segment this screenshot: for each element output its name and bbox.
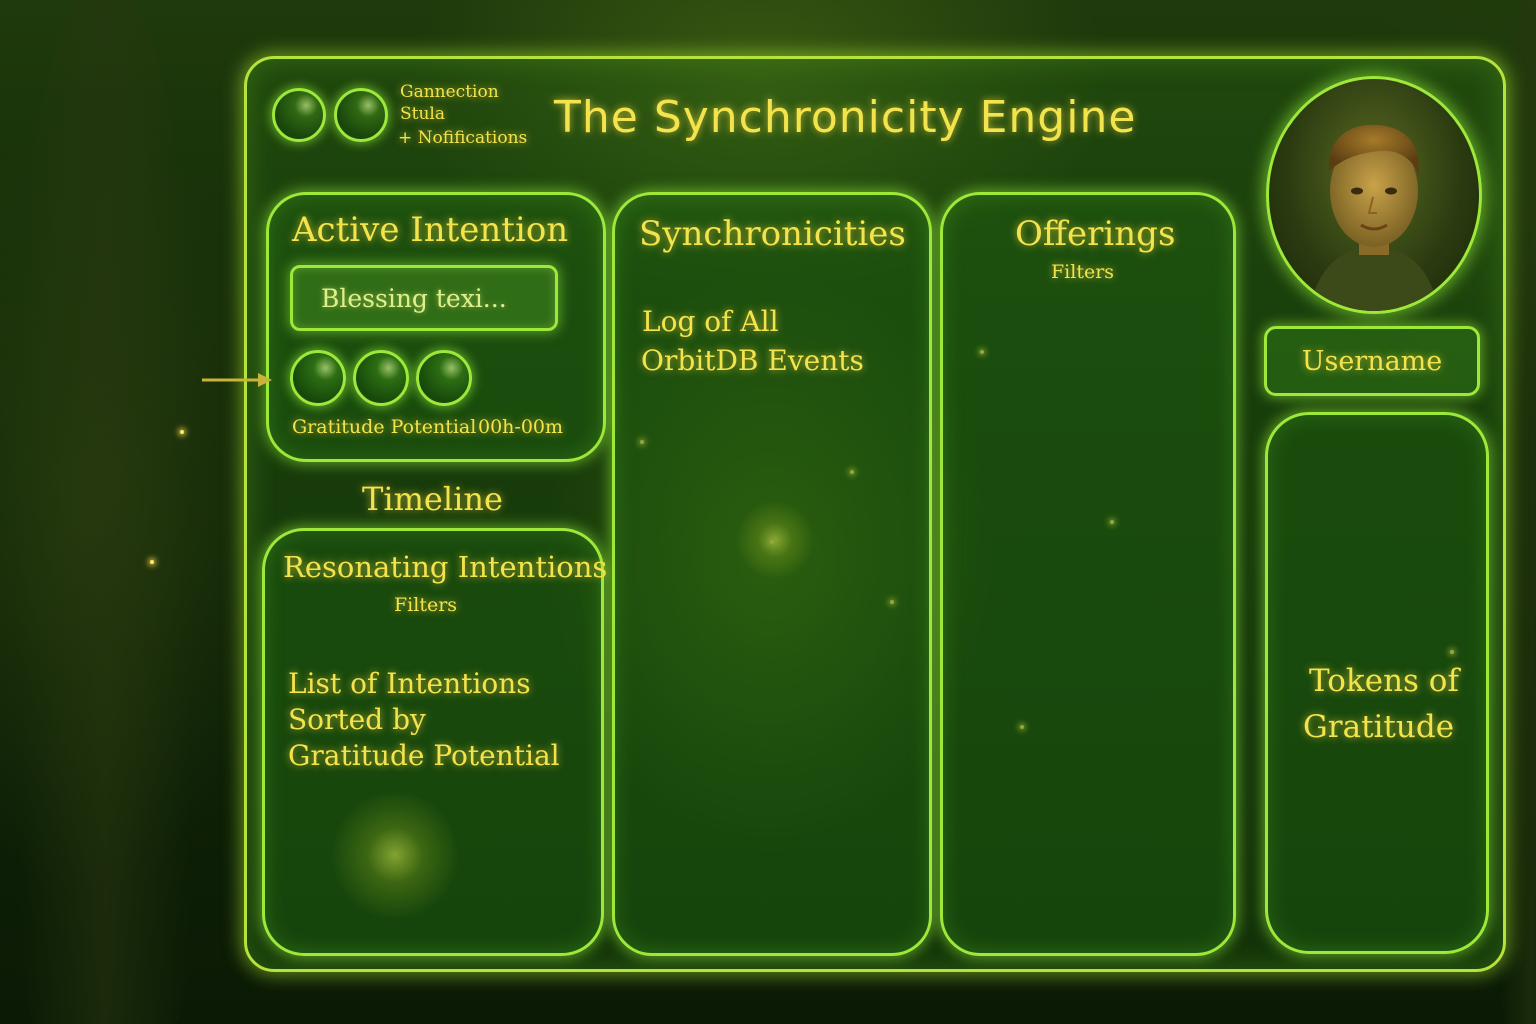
notifications-orb[interactable] bbox=[334, 88, 388, 142]
status-line-status: Stula bbox=[400, 104, 445, 124]
offerings-filters-link[interactable]: Filters bbox=[1051, 261, 1114, 283]
tokens-body-line: Tokens of bbox=[1309, 663, 1459, 699]
user-avatar[interactable] bbox=[1266, 76, 1482, 314]
intention-orb-2[interactable] bbox=[353, 350, 409, 406]
offerings-heading: Offerings bbox=[1015, 214, 1176, 254]
username-button[interactable]: Username bbox=[1264, 326, 1480, 396]
tokens-body-line: Gratitude bbox=[1303, 709, 1455, 745]
resonating-intentions-heading: Resonating Intentions bbox=[283, 550, 608, 584]
offerings-panel bbox=[940, 192, 1236, 956]
timeline-heading: Timeline bbox=[362, 480, 503, 518]
resonating-filters-link[interactable]: Filters bbox=[394, 594, 457, 616]
resonating-body-line: Sorted by bbox=[288, 703, 426, 736]
status-line-notifications: + Nofifications bbox=[398, 128, 528, 148]
resonating-body-line: Gratitude Potential bbox=[288, 739, 560, 772]
tree-trunk bbox=[20, 0, 190, 1024]
pointer-arrow-icon bbox=[202, 373, 272, 387]
app-title: The Synchronicity Engine bbox=[554, 92, 1137, 143]
blessing-text-value: Blessing texi... bbox=[321, 283, 507, 313]
active-intention-heading: Active Intention bbox=[292, 210, 569, 250]
resonating-body-line: List of Intentions bbox=[288, 667, 531, 700]
synchronicities-heading: Synchronicities bbox=[639, 214, 906, 254]
avatar-portrait bbox=[1309, 124, 1439, 311]
synchronicities-body-line: OrbitDB Events bbox=[641, 344, 864, 377]
synchronicities-body-line: Log of All bbox=[642, 305, 779, 338]
intention-orb-3[interactable] bbox=[416, 350, 472, 406]
blessing-text-input[interactable]: Blessing texi... bbox=[290, 265, 558, 331]
gratitude-timer: 00h-00m bbox=[478, 416, 564, 438]
username-label: Username bbox=[1301, 345, 1443, 377]
connection-status-orb[interactable] bbox=[272, 88, 326, 142]
status-line-connection: Gannection bbox=[400, 82, 499, 102]
intention-orb-1[interactable] bbox=[290, 350, 346, 406]
gratitude-potential-label: Gratitude Potential bbox=[292, 416, 477, 438]
firefly bbox=[150, 560, 154, 564]
firefly bbox=[180, 430, 184, 434]
